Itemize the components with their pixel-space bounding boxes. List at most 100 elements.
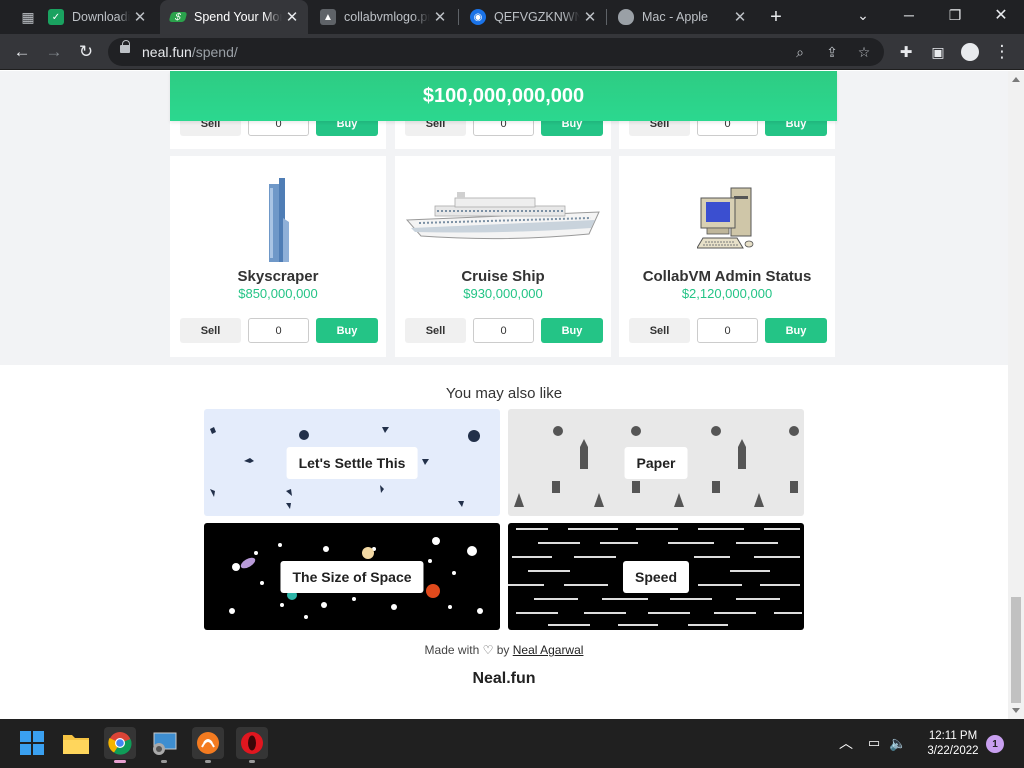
footer-credit: Made with ♡ by Neal Agarwal [0,643,1008,657]
windows-taskbar: ︿ ▭ 🔈 12:11 PM 3/22/2022 1 [0,719,1024,768]
file-explorer-icon[interactable] [60,727,92,759]
scroll-up-arrow-icon[interactable] [1012,77,1020,82]
close-tab-icon[interactable]: ✕ [580,8,600,26]
active-indicator [205,760,211,763]
vlc-app-icon[interactable] [192,727,224,763]
reload-button[interactable]: ↻ [72,38,100,66]
tab-title: Spend Your Money [194,10,282,24]
close-tab-icon[interactable]: ✕ [282,8,302,26]
skyscraper-image [170,178,386,262]
close-tab-icon[interactable]: ✕ [730,8,750,26]
footer-made-text: Made with [424,643,480,657]
tab-separator [606,9,607,25]
forward-button[interactable]: → [40,38,68,66]
money-icon: $ [168,12,188,23]
active-indicator [161,760,167,763]
buy-button[interactable]: Buy [316,318,378,343]
tab-list-chevron-icon[interactable]: ⌄ [840,0,886,30]
menu-icon[interactable]: ⋮ [988,38,1016,66]
taskbar-clock[interactable]: 12:11 PM 3/22/2022 [912,729,994,759]
tab-qefvgzknwnq[interactable]: ◉ QEFVGZKNWNQ ✕ [460,0,606,34]
volume-icon[interactable]: 🔈 [882,727,914,759]
apple-icon [618,9,634,25]
footer-by-text: by [496,643,510,657]
tab-title: Mac - Apple [642,10,709,24]
tab-title: Downloading [72,10,130,24]
item-price: $2,120,000,000 [681,286,773,301]
active-indicator [249,760,255,763]
item-name: CollabVM Admin Status [642,268,812,285]
you-may-also-like-heading: You may also like [445,385,563,402]
browser-toolbar: ← → ↻ neal.fun/spend/ ⌕ ⇪ ☆ ✚ ▣ ⋮ [0,34,1024,70]
browser-tab-strip: ▦ ✓ Downloading ✕ $ Spend Your Money ✕ ▲… [0,0,1024,34]
sell-button[interactable]: Sell [405,318,466,343]
page-content: Sell Buy Sell Buy Sell Buy $100,000,000,… [0,71,1008,719]
new-tab-button[interactable]: + [762,3,790,31]
quantity-input[interactable] [248,318,309,343]
restore-button[interactable]: ❐ [932,0,978,30]
share-icon[interactable]: ⇪ [822,42,842,62]
tab-title: QEFVGZKNWNQ [494,10,580,24]
promo-lets-settle-this[interactable]: Let's Settle This [204,409,500,516]
lock-icon [120,40,130,53]
item-price: $930,000,000 [463,286,543,301]
heart-icon: ♡ [482,643,494,657]
promo-paper[interactable]: Paper [508,409,804,516]
clock-date: 3/22/2022 [927,745,979,757]
remote-desktop-icon[interactable] [148,727,180,763]
tab-spend-your-money[interactable]: $ Spend Your Money ✕ [160,0,308,34]
extensions-icon[interactable]: ✚ [892,38,920,66]
zoom-icon[interactable]: ⌕ [790,42,810,62]
buy-button[interactable]: Buy [765,318,827,343]
item-name: Cruise Ship [461,268,545,285]
address-bar[interactable]: neal.fun/spend/ ⌕ ⇪ ☆ [108,38,884,66]
opera-icon[interactable] [236,727,268,763]
computer-icon [619,184,835,252]
side-panel-icon[interactable]: ▣ [924,38,952,66]
cruise-ship-image [395,190,611,242]
tab-collabvmlogo[interactable]: ▲ collabvmlogo.png ✕ [310,0,456,34]
item-card-skyscraper: Skyscraper $850,000,000 Sell Buy [170,156,386,357]
clock-time: 12:11 PM [928,730,978,742]
close-tab-icon[interactable]: ✕ [430,8,450,26]
tab-separator [458,9,459,25]
item-card-cruise-ship: Cruise Ship $930,000,000 Sell Buy [395,156,611,357]
money-balance-bar: $100,000,000,000 [170,71,837,121]
item-name: Skyscraper [237,268,319,285]
tab-downloading[interactable]: ✓ Downloading ✕ [38,0,156,34]
tab-title: collabvmlogo.png [344,10,430,24]
site-brand[interactable]: Neal.fun [0,670,1008,688]
promo-size-of-space[interactable]: The Size of Space [204,523,500,630]
profile-icon[interactable] [956,38,984,66]
sell-button[interactable]: Sell [629,318,690,343]
url-text[interactable]: neal.fun/spend/ [142,44,238,60]
page-scrollbar[interactable] [1008,71,1024,719]
chrome-icon[interactable] [104,727,136,763]
promo-label: The Size of Space [280,560,424,593]
start-windows-icon[interactable] [16,727,48,759]
quantity-input[interactable] [697,318,758,343]
tab-mac-apple[interactable]: Mac - Apple ✕ [608,0,756,34]
close-window-button[interactable]: ✕ [978,0,1024,30]
active-indicator [114,760,126,763]
sell-button[interactable]: Sell [180,318,241,343]
item-card-collabvm-admin-status: CollabVM Admin Status $2,120,000,000 Sel… [619,156,835,357]
scrollbar-thumb[interactable] [1011,597,1021,703]
promo-label: Let's Settle This [286,446,418,479]
scroll-down-arrow-icon[interactable] [1012,708,1020,713]
close-tab-icon[interactable]: ✕ [130,8,150,26]
back-button[interactable]: ← [8,38,36,66]
minimize-button[interactable]: ─ [886,0,932,30]
promo-speed[interactable]: Speed [508,523,804,630]
buy-button[interactable]: Buy [541,318,603,343]
site-icon: ◉ [470,9,486,25]
notification-badge[interactable]: 1 [986,735,1004,753]
image-icon: ▲ [320,9,336,25]
url-host: neal.fun [142,44,192,60]
bookmark-star-icon[interactable]: ☆ [854,42,874,62]
promo-label: Paper [624,446,688,479]
download-check-icon: ✓ [48,9,64,25]
author-link[interactable]: Neal Agarwal [513,643,584,657]
quantity-input[interactable] [473,318,534,343]
item-price: $850,000,000 [238,286,318,301]
